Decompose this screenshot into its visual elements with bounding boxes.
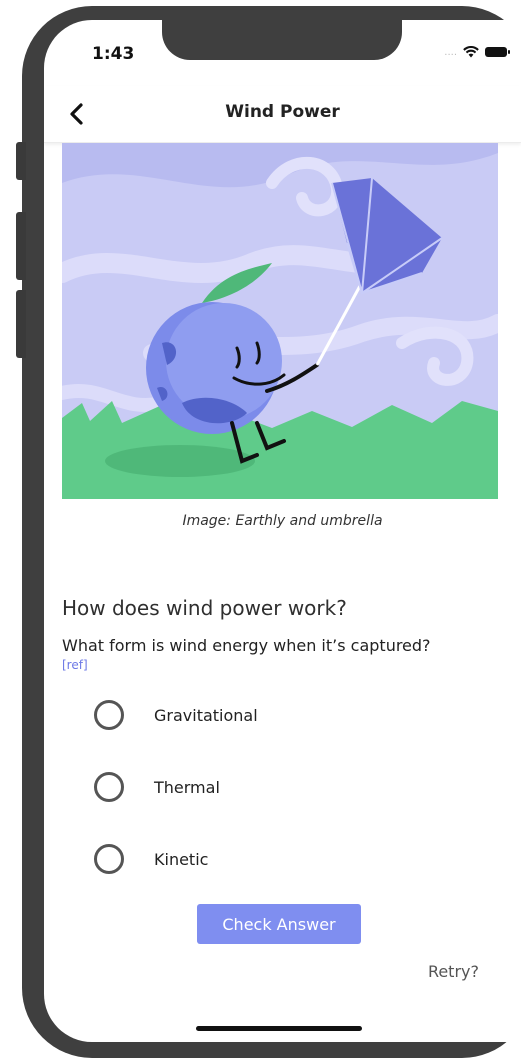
notch — [162, 20, 402, 60]
volume-up-button — [16, 212, 26, 280]
radio-button[interactable] — [94, 772, 124, 802]
question-prompt: What form is wind energy when it’s captu… — [62, 636, 431, 655]
radio-button[interactable] — [94, 700, 124, 730]
app-header: Wind Power — [44, 86, 521, 143]
page-title: Wind Power — [225, 102, 340, 122]
answer-option-thermal[interactable]: Thermal — [94, 767, 474, 807]
status-icons: .... — [444, 46, 510, 58]
screen: 1:43 .... Wind Power Image: Earthly and … — [44, 20, 521, 1042]
answer-option-label: Thermal — [154, 777, 220, 797]
status-time: 1:43 — [92, 44, 135, 64]
volume-down-button — [16, 290, 26, 358]
answer-option-label: Gravitational — [154, 705, 258, 725]
image-caption: Image: Earthly and umbrella — [182, 513, 383, 529]
check-answer-button[interactable]: Check Answer — [197, 904, 361, 944]
answer-option-gravitational[interactable]: Gravitational — [94, 695, 474, 735]
illustration-earthly-umbrella — [62, 143, 498, 499]
battery-icon — [485, 47, 510, 57]
ref-link[interactable]: [ref] — [62, 658, 88, 672]
home-indicator[interactable] — [196, 1026, 362, 1031]
signal-dots: .... — [444, 46, 457, 58]
wifi-icon — [463, 46, 479, 58]
retry-link[interactable]: Retry? — [428, 962, 479, 981]
answer-option-kinetic[interactable]: Kinetic — [94, 839, 474, 879]
radio-button[interactable] — [94, 844, 124, 874]
question-heading: How does wind power work? — [62, 596, 347, 620]
answer-option-label: Kinetic — [154, 849, 209, 869]
silent-switch — [16, 142, 26, 180]
